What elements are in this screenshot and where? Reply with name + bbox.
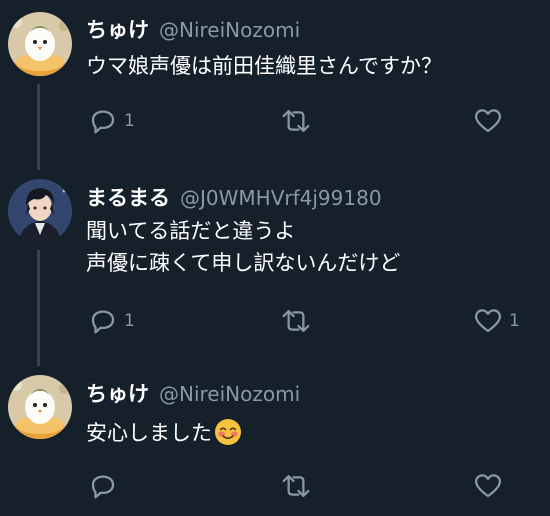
tweet-text-line: 声優に疎くて申し訳ないんだけど: [86, 251, 401, 275]
tweet-text-line: ウマ娘声優は前田佳織里さんですか？: [86, 54, 442, 78]
tweet[interactable]: ちゅけ @NireiNozomi ウマ娘声優は前田佳織里さんですか？ 1: [0, 0, 550, 175]
reply-icon: [91, 110, 115, 134]
avatar[interactable]: [8, 179, 72, 243]
reply-count: 1: [124, 311, 135, 331]
reply-icon: [91, 475, 115, 499]
tweet[interactable]: ちゅけ @NireiNozomi 安心しました: [0, 365, 550, 516]
reply-icon: [91, 310, 115, 334]
user-handle[interactable]: @NireiNozomi: [159, 18, 300, 42]
egg-character-avatar-icon: [8, 12, 72, 76]
retweet-button[interactable]: [280, 106, 318, 136]
reply-button[interactable]: 1: [88, 306, 135, 336]
reply-button[interactable]: 1: [88, 106, 135, 136]
heart-icon: [475, 474, 501, 498]
heart-icon: [475, 109, 501, 133]
tweet-text-line: 聞いてる話だと違うよ: [86, 219, 296, 243]
tweet-text: 聞いてる話だと違うよ 声優に疎くて申し訳ないんだけど: [86, 215, 400, 279]
retweet-button[interactable]: [280, 471, 318, 501]
tweet[interactable]: まるまる @J0WMHVrf4j99180 聞いてる話だと違うよ 声優に疎くて申…: [0, 175, 550, 365]
smiling-face-with-blush-icon: [214, 418, 242, 455]
display-name[interactable]: まるまる: [86, 182, 170, 212]
tweet-text: ウマ娘声優は前田佳織里さんですか？: [86, 50, 442, 82]
like-button[interactable]: [473, 106, 509, 136]
display-name[interactable]: ちゅけ: [86, 14, 149, 44]
reply-count: 1: [124, 111, 135, 131]
retweet-icon: [282, 475, 310, 497]
retweet-icon: [282, 110, 310, 132]
display-name[interactable]: ちゅけ: [86, 378, 149, 408]
user-handle[interactable]: @J0WMHVrf4j99180: [180, 186, 382, 210]
tweet-text: 安心しました: [86, 417, 242, 455]
avatar[interactable]: [8, 375, 72, 439]
retweet-button[interactable]: [280, 306, 318, 336]
avatar[interactable]: [8, 12, 72, 76]
like-button[interactable]: 1: [473, 306, 520, 336]
heart-icon: [475, 309, 501, 333]
tweet-text-line: 安心しました: [86, 421, 212, 445]
retweet-icon: [282, 310, 310, 332]
like-count: 1: [509, 311, 520, 331]
anime-man-avatar-icon: [8, 179, 72, 243]
egg-character-avatar-icon: [8, 375, 72, 439]
reply-button[interactable]: [88, 471, 124, 501]
user-handle[interactable]: @NireiNozomi: [159, 382, 300, 406]
like-button[interactable]: [473, 471, 509, 501]
